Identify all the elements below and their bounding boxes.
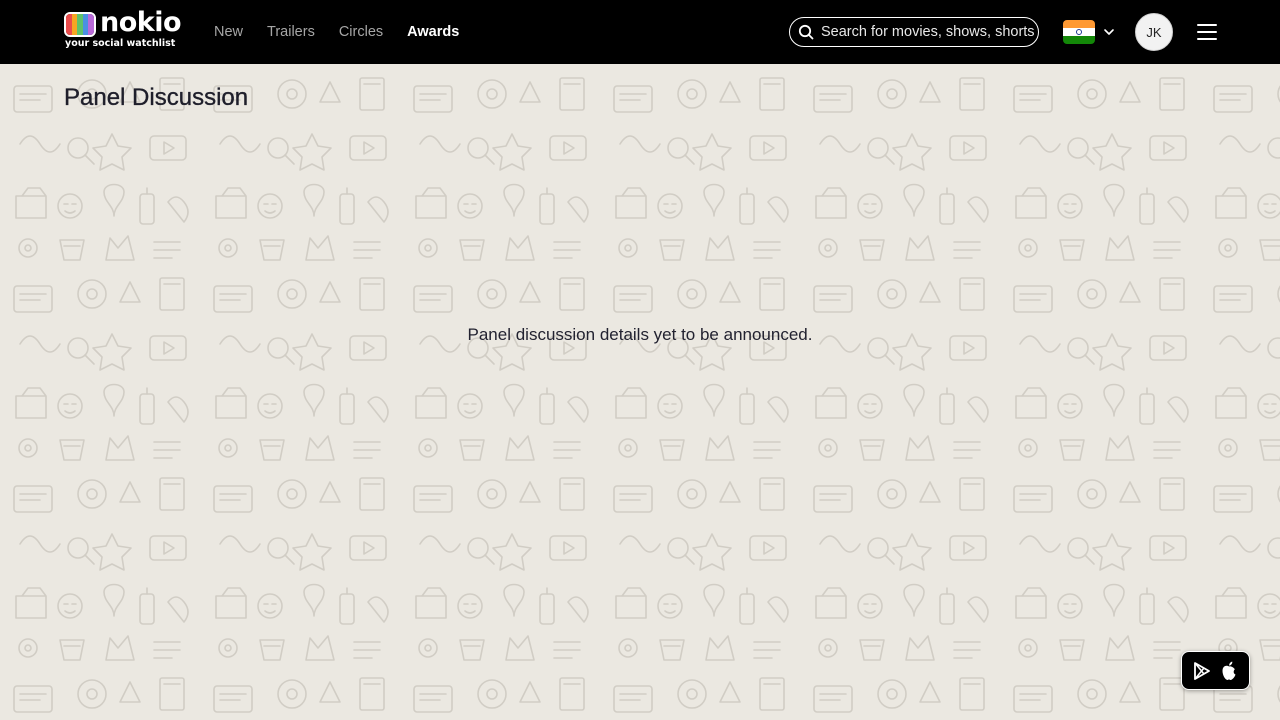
search-input[interactable] (821, 24, 1038, 40)
logo-wordmark: nokio (100, 7, 182, 38)
main-nav: New Trailers Circles Awards (214, 0, 459, 64)
country-selector[interactable] (1063, 20, 1119, 44)
nav-circles[interactable]: Circles (339, 0, 383, 64)
search-icon (798, 24, 814, 40)
nav-trailers[interactable]: Trailers (267, 0, 315, 64)
empty-state-message: Panel discussion details yet to be annou… (467, 325, 813, 344)
search-bar[interactable] (789, 17, 1039, 47)
top-navbar: nokio your social watchlist New Trailers… (0, 0, 1280, 64)
app-download-badge[interactable] (1181, 651, 1250, 690)
nav-awards[interactable]: Awards (407, 0, 459, 64)
hamburger-menu-icon[interactable] (1196, 22, 1218, 42)
nav-new[interactable]: New (214, 0, 243, 64)
google-play-icon[interactable] (1192, 661, 1212, 681)
apple-icon[interactable] (1219, 660, 1239, 682)
user-avatar[interactable]: JK (1135, 13, 1173, 51)
logo-tagline: your social watchlist (65, 38, 176, 49)
chevron-down-icon (1104, 29, 1114, 35)
doodle-background (0, 64, 1280, 720)
india-flag-icon (1063, 20, 1095, 44)
tv-logo-icon (64, 12, 96, 37)
page-title: Panel Discussion (64, 84, 249, 111)
nokio-logo[interactable]: nokio your social watchlist (64, 7, 182, 52)
